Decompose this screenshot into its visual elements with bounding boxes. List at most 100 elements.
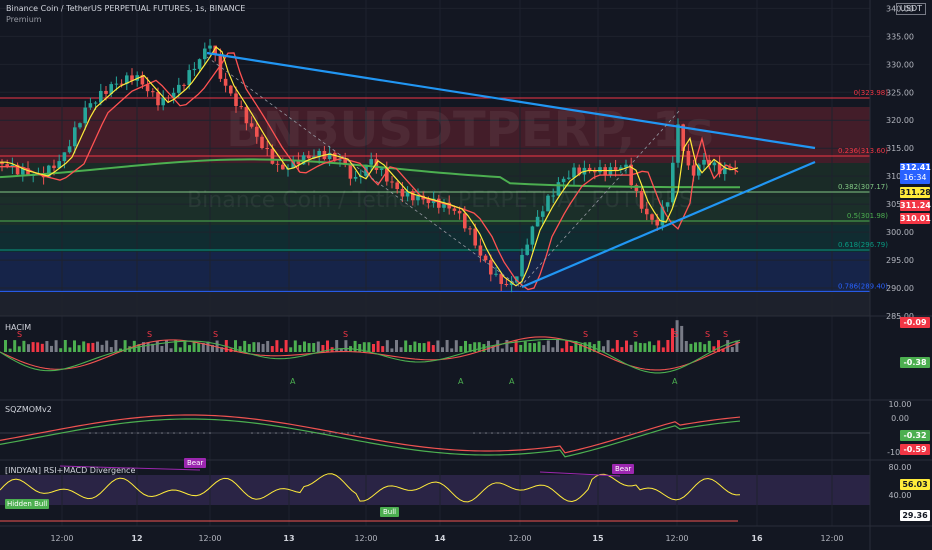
signal-a: A [672,377,678,386]
volume-bar [303,341,306,352]
candle-body [348,164,353,179]
time-tick-label: 14 [434,534,446,543]
candle-body [463,213,467,229]
sqzmom-label[interactable]: SQZMOMv2 [5,405,52,414]
volume-bar [620,347,624,352]
price-tick-label: 315.00 [886,144,914,153]
volume-bar [54,340,58,352]
volume-bar [261,343,265,352]
sqz-dot [317,432,319,434]
volume-bar [293,340,297,352]
volume-bar [178,347,182,352]
candle-body [353,176,358,179]
candle-body [712,162,717,166]
sqz-dot [575,432,577,434]
volume-bar [556,340,559,352]
sqz-dot [143,432,145,434]
volume-bar [606,340,610,352]
sqz-dot [101,432,103,434]
volume-bar [510,347,513,352]
time-tick-label: 12 [131,534,142,543]
volume-bar [542,345,546,352]
signal-s: S [723,330,728,339]
candle-body [546,195,550,212]
rsi-band [0,475,870,505]
fib-level-label: 0.5(301.98) [847,212,888,220]
volume-bar [560,348,564,352]
volume-bar [50,345,53,352]
currency-badge[interactable]: USDT [896,3,926,15]
sqz-tick-label: 0.00 [891,414,909,423]
volume-bar [652,345,656,352]
hacim-label[interactable]: HACIM [5,323,31,332]
volume-bar [395,340,398,352]
volume-bar [565,340,569,352]
volume-bar [73,340,76,352]
candle-body [156,92,160,106]
candle-body [270,148,275,164]
time-tick-label: 16 [751,534,763,543]
rsi-label[interactable]: [INDYAN] RSI+MACD Divergence [5,466,135,475]
candle-body [686,150,691,166]
fib-level-label: 0(323.98) [854,89,889,97]
candle-body [379,168,384,170]
sqz-dot [551,432,553,434]
candle-body [182,84,186,86]
volume-bar [537,341,541,352]
hacim-pane: S S S S S S S S SA A A A [0,320,741,386]
volume-bar [289,347,293,352]
symbol-title[interactable]: Binance Coin / TetherUS PERPETUAL FUTURE… [6,3,245,14]
volume-bar [100,344,104,352]
volume-bar [408,345,412,352]
tag-bear-2: Bear [612,464,635,474]
sqz-dot [545,432,547,434]
time-tick-label: 12:00 [354,534,377,543]
sqz-dot [359,432,361,434]
tag-hidden-bull: Hidden Bull [5,499,50,509]
volume-bar [31,342,35,352]
time-axis[interactable]: 12:00 12 12:00 13 12:00 14 12:00 15 12:00 16 12:00 [50,534,843,543]
chart-canvas[interactable]: 0(323.98) 0.236(313.60) 0.382(307.17) 0.5(3… [0,0,932,550]
fib-level-label: 0.236(313.60) [838,147,888,155]
time-tick-label: 15 [592,534,604,543]
candle-body [177,84,181,93]
candle-body [468,228,472,230]
sqz-dot [209,432,211,434]
sqz-line-red [0,414,741,454]
volume-bar [385,340,389,352]
sqz-dot [107,432,109,434]
candle-body [223,78,228,86]
volume-bar [160,345,164,352]
sqz-dot [269,432,271,434]
volume-bar [36,342,40,352]
volume-bar [91,342,95,352]
sqz-dot [149,432,151,434]
volume-bar [629,344,633,352]
volume-bar [422,343,426,352]
sqz-dot [527,432,529,434]
candle-body [390,181,394,183]
volume-bar [404,340,408,352]
volume-bar [376,340,380,352]
volume-bar [735,340,739,352]
sqz-dot [137,432,139,434]
candle-body [104,90,108,94]
price-tick-label: 330.00 [886,60,914,69]
sqzmom-value-red: -0.59 [900,444,930,455]
sqz-dot [605,432,607,434]
volume-bar [657,340,661,352]
price-tick-label: 325.00 [886,88,914,97]
volume-bar [77,345,81,352]
candle-body [489,260,493,275]
candle-body [244,107,249,124]
time-tick-label: 12:00 [508,534,531,543]
sqz-dot [539,432,541,434]
sqz-dot [485,432,487,434]
sqz-dot [161,432,163,434]
candle-body [457,210,462,214]
sqz-dot [497,432,499,434]
candle-body [411,191,415,201]
tag-bear-1: Bear [184,458,207,468]
volume-bar [418,343,421,352]
candle-body [307,155,311,159]
